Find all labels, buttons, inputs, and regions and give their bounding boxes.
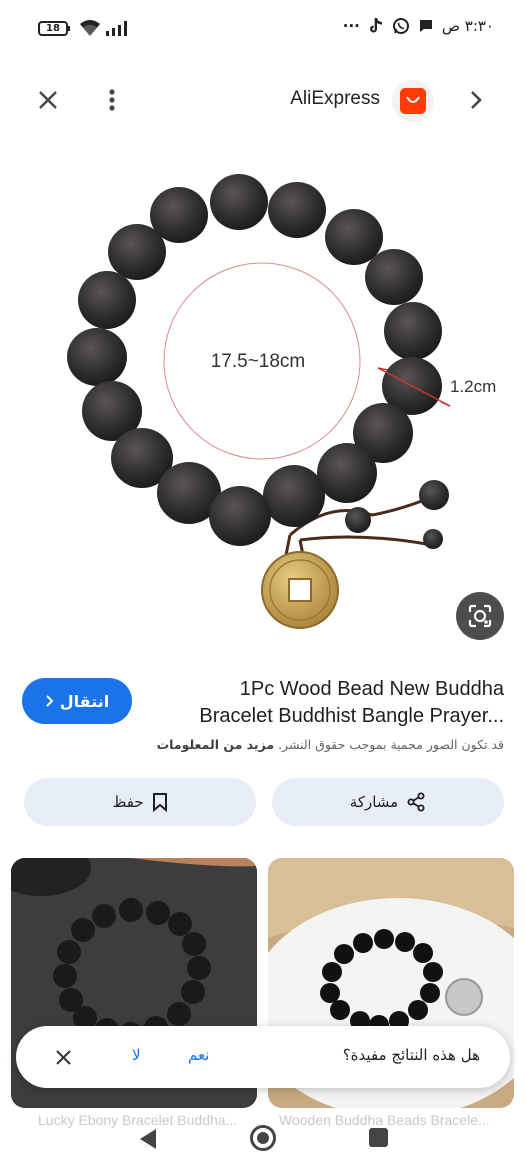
save-button[interactable]: حفظ bbox=[24, 778, 256, 826]
more-vert-icon bbox=[109, 89, 115, 111]
home-icon[interactable] bbox=[250, 1125, 276, 1151]
wifi-icon bbox=[80, 20, 100, 36]
chevron-right-icon bbox=[46, 695, 54, 707]
more-options-button[interactable] bbox=[96, 84, 128, 116]
save-label: حفظ bbox=[112, 793, 144, 811]
feedback-no-button[interactable]: لا bbox=[132, 1046, 141, 1064]
feedback-toast: لا نعم هل هذه النتائج مفيدة؟ bbox=[16, 1026, 510, 1088]
chevron-right-icon bbox=[471, 91, 482, 109]
status-bar: 18 ··· ٣:٣٠ ص bbox=[0, 0, 526, 58]
tiktok-icon bbox=[369, 18, 382, 33]
bookmark-icon bbox=[152, 793, 167, 812]
result-title-line1: 1Pc Wood Bead New Buddha bbox=[239, 678, 504, 700]
signal-icon bbox=[106, 21, 127, 36]
more-notifications-icon: ··· bbox=[342, 17, 360, 35]
visit-label: انتقال bbox=[59, 691, 110, 711]
feedback-question: هل هذه النتائج مفيدة؟ bbox=[342, 1046, 480, 1064]
back-icon[interactable] bbox=[138, 1128, 158, 1150]
share-label: مشاركة bbox=[349, 793, 399, 811]
top-bar: AliExpress bbox=[0, 72, 526, 128]
result-title[interactable]: 1Pc Wood Bead New Buddha Bracelet Buddhi… bbox=[184, 676, 504, 730]
system-nav-bar bbox=[0, 1120, 526, 1169]
share-icon bbox=[407, 792, 425, 812]
bead-size-label: 1.2cm bbox=[450, 377, 496, 396]
inner-diameter-label: 17.5~18cm bbox=[211, 351, 306, 372]
copyright-text: قد تكون الصور محمية بموجب حقوق النشر. bbox=[278, 737, 504, 752]
aliexpress-logo-icon bbox=[400, 88, 426, 114]
battery-icon: 18 bbox=[38, 21, 70, 36]
coin-charm bbox=[261, 551, 339, 629]
copyright-notice: قد تكون الصور محمية بموجب حقوق النشر. مز… bbox=[4, 737, 504, 752]
status-right: ··· ٣:٣٠ ص bbox=[343, 17, 494, 35]
next-result-button[interactable] bbox=[462, 86, 490, 114]
share-button[interactable]: مشاركة bbox=[272, 778, 504, 826]
recent-apps-icon[interactable] bbox=[369, 1128, 388, 1147]
product-image[interactable]: 17.5~18cm 1.2cm bbox=[0, 140, 526, 660]
learn-more-link[interactable]: مزيد من المعلومات bbox=[157, 737, 274, 752]
clock: ٣:٣٠ ص bbox=[441, 17, 494, 35]
close-icon bbox=[55, 1049, 71, 1065]
battery-level: 18 bbox=[46, 23, 60, 34]
result-title-line2: Bracelet Buddhist Bangle Prayer... bbox=[199, 705, 504, 727]
whatsapp-icon bbox=[392, 18, 409, 34]
lens-search-button[interactable] bbox=[456, 592, 504, 640]
site-logo[interactable] bbox=[392, 80, 434, 122]
feedback-yes-button[interactable]: نعم bbox=[188, 1046, 209, 1064]
site-name[interactable]: AliExpress bbox=[290, 88, 380, 110]
close-icon bbox=[39, 91, 57, 109]
visit-button[interactable]: انتقال bbox=[22, 678, 132, 724]
dismiss-feedback-button[interactable] bbox=[52, 1046, 74, 1068]
close-button[interactable] bbox=[30, 84, 66, 116]
google-lens-icon bbox=[468, 604, 492, 628]
message-icon bbox=[419, 20, 432, 32]
